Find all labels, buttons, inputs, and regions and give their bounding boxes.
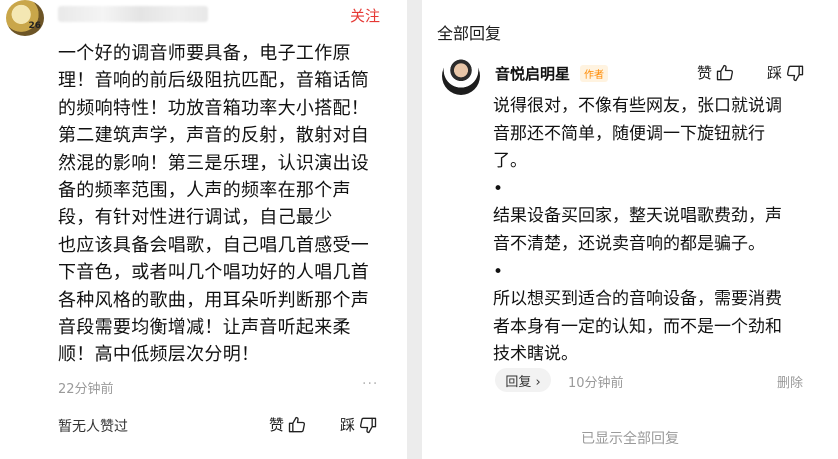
text-line: • [493,178,504,199]
reply-body: 说得很对，不像有些网友，张口就说调 音那还不简单，随便调一下旋钮就行 了。 • 结果设备… [493,93,823,369]
follow-button[interactable]: 关注 [350,5,380,26]
author-avatar[interactable] [442,57,480,95]
like-button[interactable]: 赞 [269,414,307,435]
text-line: 的频响特性！功放音箱功率大小搭配！ [58,97,370,119]
replies-panel: 全部回复 音悦启明星 作者 赞 踩 说得很对，不像有些网友，张口就说调 音那还不简… [422,0,838,459]
text-line: 音段需要均衡增减！让声音听起来柔 [58,317,351,339]
text-line: 者本身有一定的认知，而不是一个劲和 [493,316,782,337]
text-line: 技术瞎说。 [493,344,578,365]
all-replies-shown-text: 已显示全部回复 [581,431,679,447]
author-name[interactable]: 音悦启明星 [495,63,570,84]
reply-dislike-button[interactable]: 踩 [767,62,805,83]
thumbs-up-icon [716,64,734,80]
comment-panel: 26 关注 一个好的调音师要具备，电子工作原 理！音响的前后级阻抗匹配，音箱话筒的… [0,0,407,459]
author-tag-badge: 作者 [580,65,608,82]
text-line: 音那还不简单，随便调一下旋钮就行 [493,123,765,144]
no-likes-text: 暂无人赞过 [58,419,128,435]
reply-time: 10分钟前 [568,376,624,391]
thumbs-up-icon [288,416,306,432]
comment-body: 一个好的调音师要具备，电子工作原 理！音响的前后级阻抗匹配，音箱话筒 的频响特性！功… [58,40,393,369]
text-line: 理！音响的前后级阻抗匹配，音箱话筒 [58,70,370,92]
text-line: 音不清楚，还说卖音响的都是骗子。 [493,233,765,254]
avatar-badge-icon: 26 [28,21,41,31]
text-line: 备的频率范围，人声的频率在那个声 [58,180,351,202]
thumbs-down-icon [359,417,377,433]
text-line: 所以想买到适合的音响设备，需要消费 [493,289,782,310]
text-line: 了。 [493,151,527,172]
text-line: 段，有针对性进行调试，自己最少 [58,207,333,229]
blurred-username[interactable] [58,6,208,22]
like-label: 赞 [269,416,285,434]
text-line: 顺！高中低频层次分明！ [58,344,260,366]
reply-dislike-label: 踩 [767,64,783,82]
text-line: 各种风格的歌曲，用耳朵听判断那个声 [58,289,370,311]
comment-time: 22分钟前 [58,382,114,397]
thumbs-down-icon [786,65,804,81]
text-line: 下音色，或者叫几个唱功好的人唱几首 [58,262,370,284]
dislike-label: 踩 [340,416,356,434]
reply-button[interactable]: 回复 › [495,368,551,392]
reply-like-button[interactable]: 赞 [697,62,735,83]
text-line: 结果设备买回家，整天说唱歌费劲，声 [493,206,782,227]
text-line: 也应该具备会唱歌，自己唱几首感受一 [58,234,370,256]
text-line: 一个好的调音师要具备，电子工作原 [58,43,351,64]
panel-divider [407,0,422,459]
text-line: 说得很对，不像有些网友，张口就说调 [493,96,782,116]
text-line: 然混的影响！第三是乐理，认识演出设 [58,152,370,174]
more-options-icon[interactable]: ··· [362,376,378,392]
delete-button[interactable]: 删除 [777,372,803,391]
dislike-button[interactable]: 踩 [340,414,378,435]
reply-like-label: 赞 [697,64,713,82]
commenter-avatar[interactable]: 26 [6,0,44,36]
all-replies-header: 全部回复 [437,24,502,43]
text-line: 第二建筑声学，声音的反射，散射对自 [58,125,370,147]
text-line: • [493,261,504,282]
